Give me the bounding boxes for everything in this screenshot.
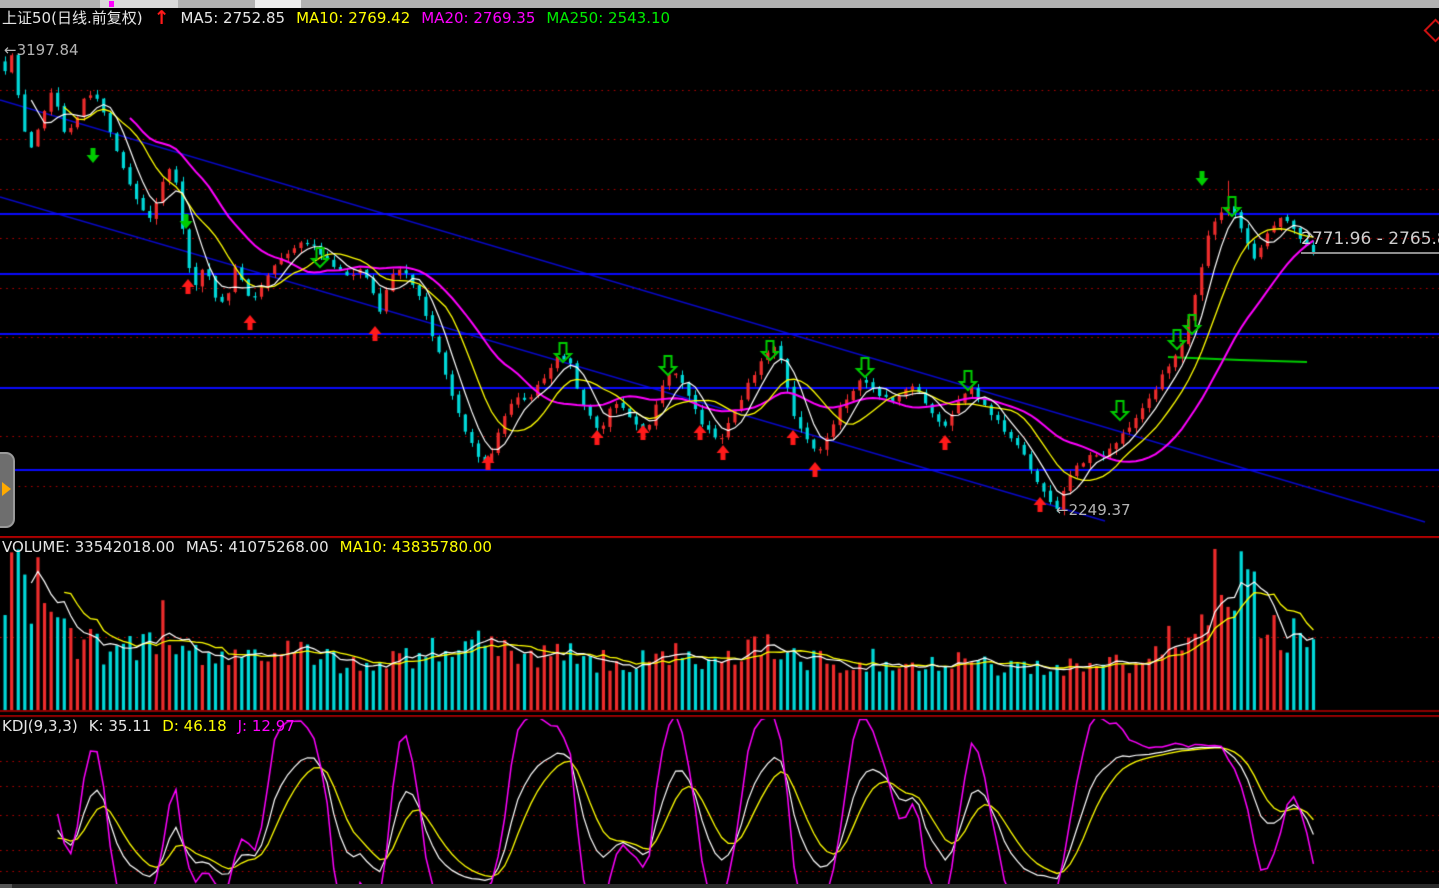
window-top-strip [0, 0, 1439, 8]
bottom-corner [0, 884, 12, 888]
kdj-header: KDJ(9,3,3) K: 35.11 D: 46.18 J: 12.97 [2, 717, 306, 735]
top-strip-marker [109, 1, 114, 7]
sidebar-expand-handle[interactable] [0, 452, 15, 528]
expand-arrow-icon [2, 482, 11, 496]
ma5-readout: MA5: 2752.85 [180, 9, 285, 27]
window-bottom-edge [0, 884, 1439, 888]
kdj-k-readout: K: 35.11 [89, 717, 152, 735]
low-extreme-label: ←2249.37 [1056, 501, 1131, 519]
ma20-readout: MA20: 2769.35 [421, 9, 535, 27]
ma10-readout: MA10: 2769.42 [296, 9, 410, 27]
main-chart-header: 上证50(日线.前复权) ↑ MA5: 2752.85 MA10: 2769.4… [2, 9, 681, 27]
kdj-canvas[interactable] [0, 715, 1439, 888]
up-arrow-icon: ↑ [154, 11, 170, 25]
volume-header: VOLUME: 33542018.00 MA5: 41075268.00 MA1… [2, 538, 503, 556]
ma250-readout: MA250: 2543.10 [546, 9, 670, 27]
high-extreme-label: ←3197.84 [4, 41, 79, 59]
stock-chart-window: 上证50(日线.前复权) ↑ MA5: 2752.85 MA10: 2769.4… [0, 0, 1439, 888]
volume-ma5-readout: MA5: 41075268.00 [186, 538, 329, 556]
kdj-d-readout: D: 46.18 [162, 717, 226, 735]
kdj-indicator-name: KDJ(9,3,3) [2, 717, 78, 735]
main-chart-canvas[interactable] [0, 8, 1439, 536]
top-strip-tab2 [255, 0, 301, 8]
volume-panel[interactable] [0, 536, 1439, 715]
kdj-panel[interactable] [0, 715, 1439, 888]
volume-readout: VOLUME: 33542018.00 [2, 538, 175, 556]
kdj-j-readout: J: 12.97 [238, 717, 295, 735]
main-chart-panel[interactable] [0, 8, 1439, 536]
volume-ma10-readout: MA10: 43835780.00 [340, 538, 492, 556]
price-range-tooltip: 2771.96 - 2765.8 [1301, 229, 1439, 254]
instrument-title: 上证50(日线.前复权) [2, 9, 143, 27]
volume-canvas[interactable] [0, 536, 1439, 715]
